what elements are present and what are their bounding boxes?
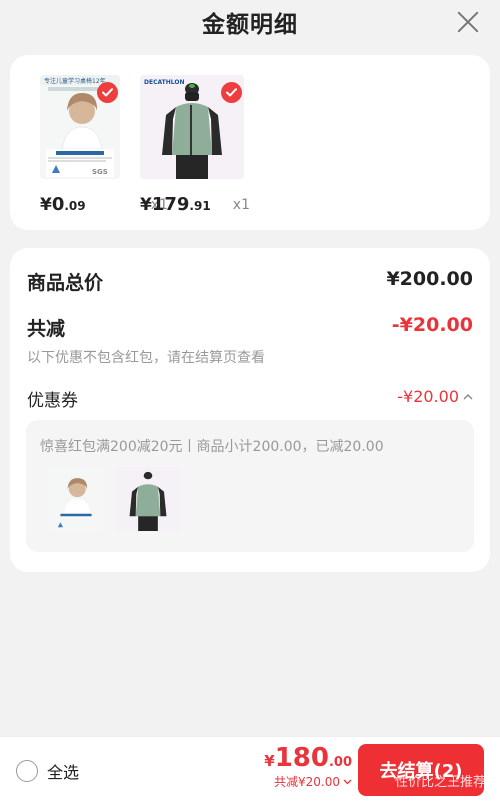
product-quantity: x1 bbox=[232, 197, 250, 213]
select-all-toggle[interactable]: 全选 bbox=[16, 759, 79, 783]
total-row: 商品总价 ¥200.00 bbox=[27, 268, 473, 295]
page-title: 金额明细 bbox=[202, 12, 298, 38]
watermark: 性价比之王推荐 bbox=[394, 775, 486, 790]
chevron-up-icon[interactable] bbox=[463, 393, 473, 400]
summary-card: 商品总价 ¥200.00 共减 -¥20.00 以下优惠不包含红包，请在结算页查… bbox=[10, 248, 490, 572]
coupon-detail-text: 惊喜红包满200减20元丨商品小计200.00，已减20.00 bbox=[40, 439, 384, 455]
discount-hint: 以下优惠不包含红包，请在结算页查看 bbox=[27, 350, 265, 366]
discount-row: 共减 -¥20.00 以下优惠不包含红包，请在结算页查看 bbox=[27, 314, 473, 367]
total-saved[interactable]: 共减¥20.00 bbox=[264, 773, 352, 790]
header: 金额明细 bbox=[0, 0, 500, 44]
desk-ad-title: 专注儿童学习桌椅12年 bbox=[44, 77, 106, 85]
coupon-detail-box: 惊喜红包满200减20元丨商品小计200.00，已减20.00 bbox=[26, 420, 474, 552]
selected-check-icon[interactable] bbox=[221, 82, 242, 103]
total-saved-text: 共减¥20.00 bbox=[274, 775, 340, 789]
product-image-desk[interactable]: 专注儿童学习桌椅12年 SGS bbox=[40, 75, 120, 179]
discount-value: -¥20.00 bbox=[391, 314, 473, 336]
coupon-product-thumb bbox=[116, 467, 180, 531]
coupon-row[interactable]: 优惠券 -¥20.00 bbox=[27, 386, 473, 411]
select-all-label: 全选 bbox=[47, 763, 80, 782]
chevron-down-icon[interactable] bbox=[343, 779, 352, 785]
product-image-jacket[interactable]: DECATHLON bbox=[140, 75, 244, 179]
coupon-product-thumb bbox=[50, 467, 102, 531]
coupon-value-text: -¥20.00 bbox=[397, 387, 459, 406]
product-price: ¥179.91 bbox=[140, 194, 211, 215]
product-price: ¥0.09 bbox=[40, 194, 86, 215]
products-card: 专注儿童学习桌椅12年 SGS ¥0.09 x1 DECATHLON ¥179.… bbox=[10, 55, 490, 230]
coupon-value[interactable]: -¥20.00 bbox=[397, 387, 473, 406]
total-price: ¥180.00 bbox=[264, 743, 352, 773]
total-value: ¥200.00 bbox=[386, 268, 473, 290]
product-item[interactable]: 专注儿童学习桌椅12年 SGS ¥0.09 x1 bbox=[40, 75, 168, 215]
selected-check-icon[interactable] bbox=[97, 82, 118, 103]
close-icon[interactable] bbox=[454, 8, 482, 36]
sgs-logo: SGS bbox=[92, 168, 108, 176]
product-item[interactable]: DECATHLON ¥179.91 x1 bbox=[140, 75, 250, 215]
decathlon-logo: DECATHLON bbox=[144, 79, 185, 86]
bottom-bar: 全选 ¥180.00 共减¥20.00 去结算(2) 性价比之王推荐 bbox=[0, 736, 500, 802]
select-all-radio[interactable] bbox=[16, 760, 38, 782]
total-summary[interactable]: ¥180.00 共减¥20.00 bbox=[264, 743, 352, 790]
